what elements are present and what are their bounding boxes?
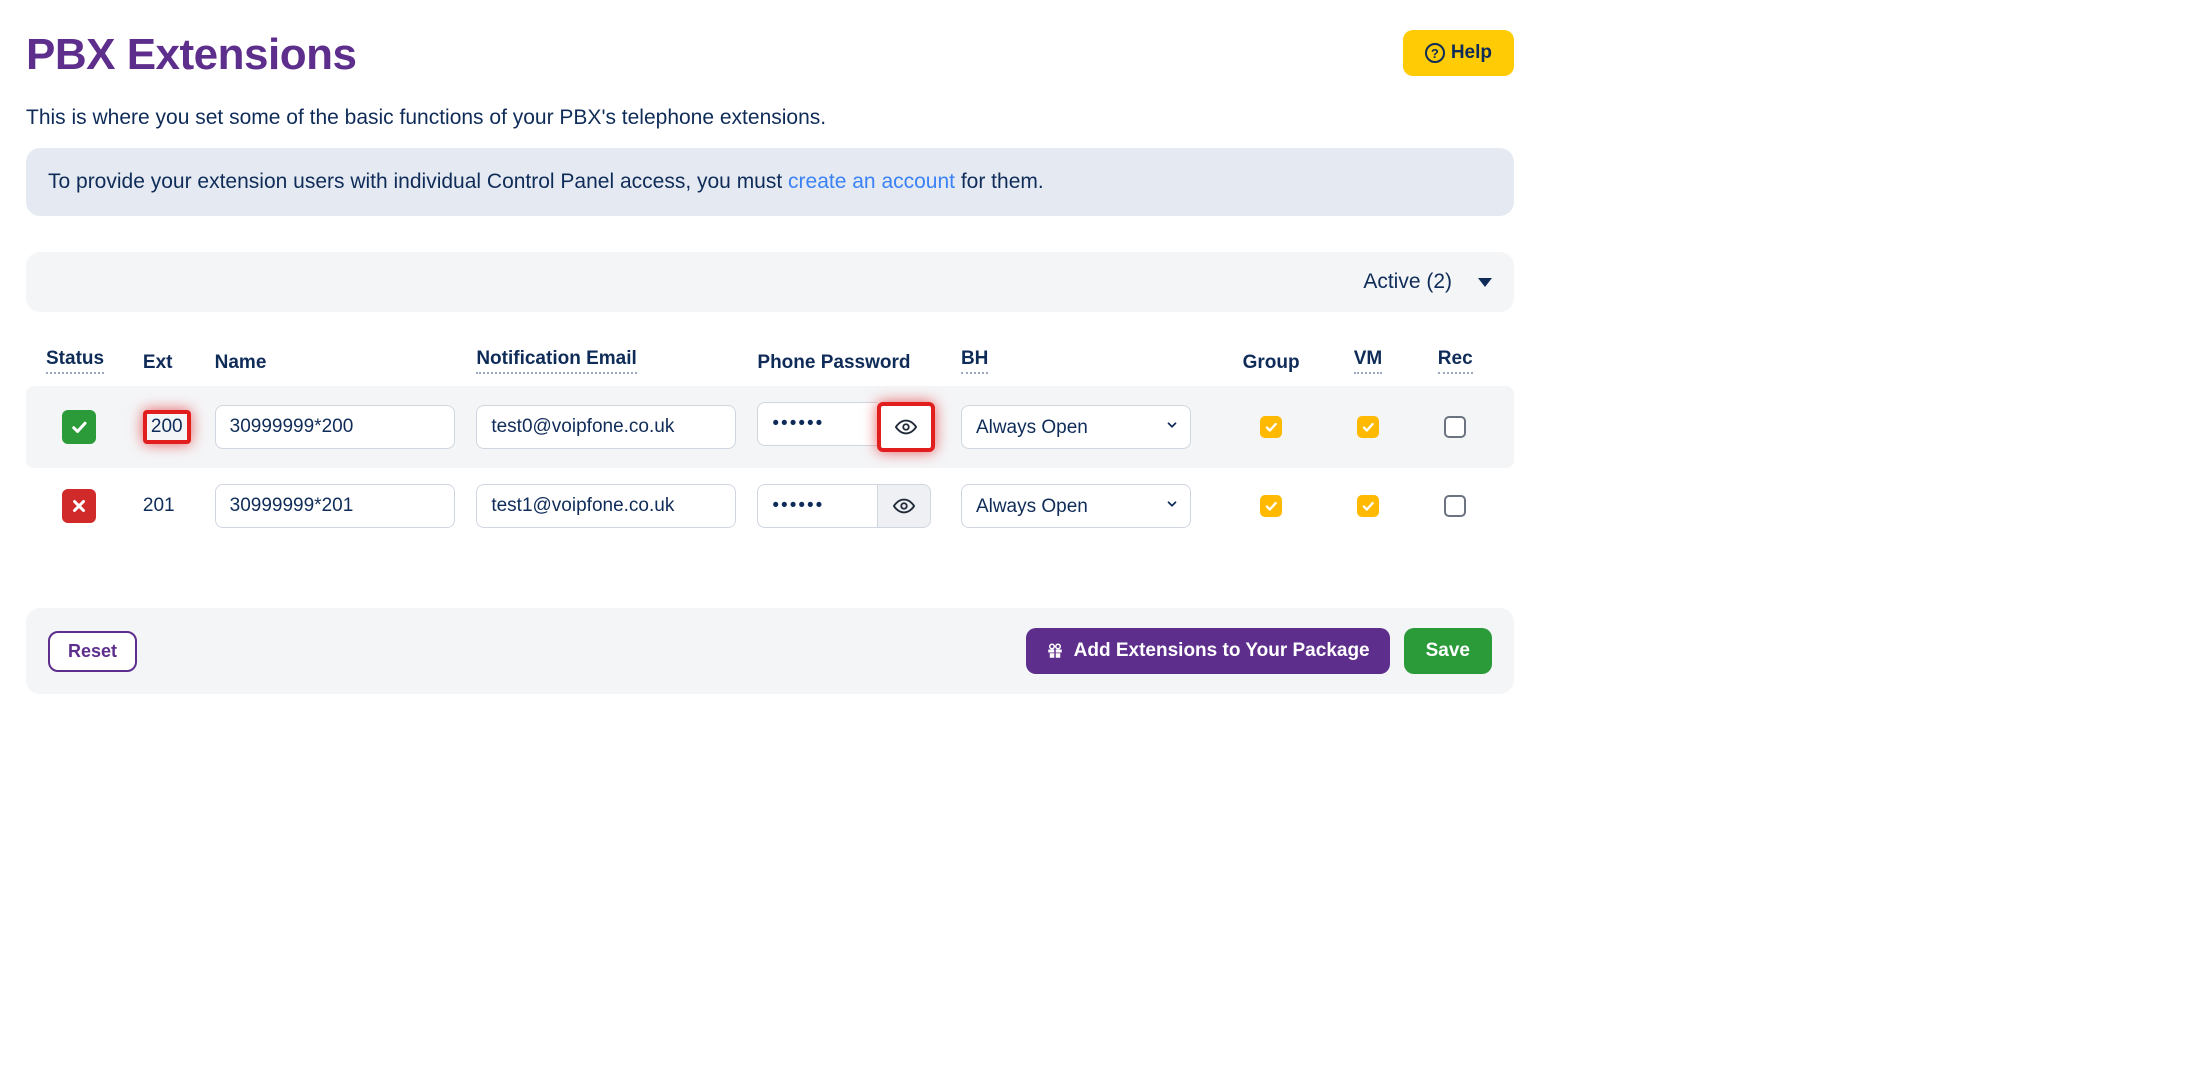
- toggle-password-button[interactable]: [877, 402, 935, 452]
- eye-icon: [893, 495, 915, 517]
- filter-bar: Active (2): [26, 252, 1514, 312]
- filter-dropdown[interactable]: Active (2): [1363, 270, 1492, 294]
- name-input[interactable]: [215, 484, 455, 528]
- help-label: Help: [1451, 42, 1492, 64]
- bh-select[interactable]: Always Open: [961, 484, 1191, 528]
- footer-bar: Reset Add Extensions to Your Package Sav…: [26, 608, 1514, 694]
- group-checkbox[interactable]: [1260, 495, 1282, 517]
- status-error-icon: [62, 489, 96, 523]
- col-email: Notification Email: [476, 348, 636, 374]
- rec-checkbox[interactable]: [1444, 416, 1466, 438]
- info-banner: To provide your extension users with ind…: [26, 148, 1514, 216]
- col-password: Phone Password: [757, 352, 910, 373]
- col-group: Group: [1243, 352, 1300, 373]
- reset-button[interactable]: Reset: [48, 631, 137, 672]
- password-input[interactable]: [757, 402, 877, 446]
- col-ext: Ext: [143, 352, 173, 373]
- col-vm: VM: [1354, 348, 1383, 374]
- rec-checkbox[interactable]: [1444, 495, 1466, 517]
- page-title: PBX Extensions: [26, 30, 356, 80]
- bh-select[interactable]: Always Open: [961, 405, 1191, 449]
- email-input[interactable]: [476, 405, 736, 449]
- toggle-password-button[interactable]: [877, 484, 931, 528]
- group-checkbox[interactable]: [1260, 416, 1282, 438]
- col-name: Name: [215, 352, 267, 373]
- status-ok-icon: [62, 410, 96, 444]
- gift-icon: [1046, 642, 1064, 660]
- password-input[interactable]: [757, 484, 877, 528]
- info-banner-suffix: for them.: [955, 170, 1044, 193]
- info-banner-prefix: To provide your extension users with ind…: [48, 170, 788, 193]
- vm-checkbox[interactable]: [1357, 495, 1379, 517]
- ext-value[interactable]: 200: [143, 410, 191, 444]
- page-subtitle: This is where you set some of the basic …: [26, 106, 1514, 130]
- save-button[interactable]: Save: [1404, 628, 1492, 674]
- add-extensions-button[interactable]: Add Extensions to Your Package: [1026, 628, 1390, 674]
- col-rec: Rec: [1438, 348, 1473, 374]
- name-input[interactable]: [215, 405, 455, 449]
- extensions-table: Status Ext Name Notification Email Phone…: [26, 348, 1514, 544]
- col-bh: BH: [961, 348, 988, 374]
- table-row: 201 Always Open: [26, 468, 1514, 544]
- add-extensions-label: Add Extensions to Your Package: [1074, 640, 1370, 662]
- table-row: 200 Always Open: [26, 386, 1514, 468]
- vm-checkbox[interactable]: [1357, 416, 1379, 438]
- ext-value[interactable]: 201: [143, 495, 175, 516]
- col-status: Status: [46, 348, 104, 374]
- create-account-link[interactable]: create an account: [788, 170, 955, 193]
- filter-label: Active (2): [1363, 270, 1452, 294]
- caret-down-icon: [1478, 278, 1492, 287]
- help-icon: ?: [1425, 43, 1445, 63]
- table-header: Status Ext Name Notification Email Phone…: [26, 348, 1514, 386]
- help-button[interactable]: ? Help: [1403, 30, 1514, 76]
- email-input[interactable]: [476, 484, 736, 528]
- eye-icon: [895, 416, 917, 438]
